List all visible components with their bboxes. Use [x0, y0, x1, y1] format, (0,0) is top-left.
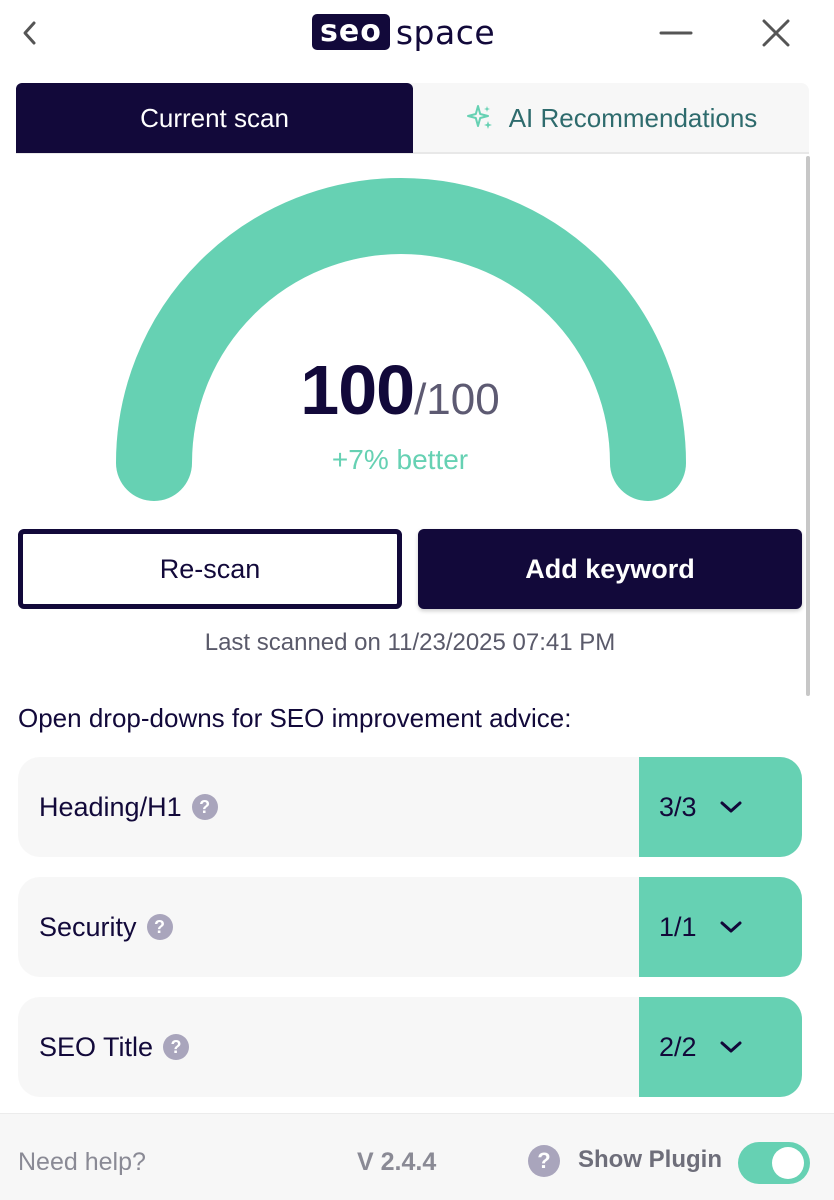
- close-button[interactable]: [756, 16, 796, 50]
- close-icon: [762, 19, 790, 47]
- question-mark-icon[interactable]: ?: [191, 794, 218, 820]
- logo-mark: seo: [312, 14, 390, 50]
- minimize-button[interactable]: [656, 16, 696, 50]
- check-row-security[interactable]: Security ? 1/1: [18, 877, 802, 977]
- check-name: Security: [39, 911, 137, 942]
- score-value: 100: [300, 351, 415, 429]
- rescan-button-label: Re-scan: [159, 553, 261, 584]
- chevron-left-icon: [23, 21, 36, 45]
- tab-ai-recommendations[interactable]: AI Recommendations: [413, 83, 809, 153]
- chevron-down-icon: [719, 919, 743, 935]
- window-header: seo space: [0, 0, 834, 70]
- minimize-icon: [659, 31, 693, 35]
- score-max: /100: [414, 375, 500, 424]
- back-button[interactable]: [14, 16, 46, 50]
- rescan-button[interactable]: Re-scan: [18, 529, 402, 609]
- show-plugin-label: Show Plugin: [578, 1146, 722, 1173]
- score-display: 100 /100: [0, 350, 800, 430]
- tab-current-scan-label: Current scan: [140, 102, 289, 133]
- check-name: Heading/H1: [39, 791, 182, 822]
- check-label: SEO Title ?: [39, 997, 190, 1097]
- check-score[interactable]: 3/3: [639, 757, 802, 857]
- content-scrollbar[interactable]: [806, 156, 810, 696]
- check-score-value: 1/1: [659, 911, 697, 942]
- toggle-knob: [772, 1147, 804, 1179]
- check-label: Security ?: [39, 877, 173, 977]
- check-name: SEO Title: [39, 1031, 154, 1062]
- question-mark-icon[interactable]: ?: [163, 1034, 190, 1060]
- chevron-down-icon: [719, 799, 743, 815]
- add-keyword-button[interactable]: Add keyword: [418, 529, 802, 609]
- chevron-down-icon: [719, 1039, 743, 1055]
- question-mark-icon[interactable]: ?: [528, 1145, 560, 1177]
- check-row-seo-title[interactable]: SEO Title ? 2/2: [18, 997, 802, 1097]
- advice-heading: Open drop-downs for SEO improvement advi…: [18, 703, 572, 733]
- tab-bar: Current scan AI Recommendations: [16, 83, 809, 154]
- check-label: Heading/H1 ?: [39, 757, 218, 857]
- need-help-link[interactable]: Need help?: [18, 1148, 146, 1177]
- tab-current-scan[interactable]: Current scan: [16, 83, 413, 153]
- check-score[interactable]: 2/2: [639, 997, 802, 1097]
- sparkle-icon: [465, 103, 495, 133]
- tab-ai-recommendations-label: AI Recommendations: [508, 102, 758, 133]
- footer-bar: Need help? V 2.4.4 ? Show Plugin: [0, 1113, 834, 1200]
- check-score[interactable]: 1/1: [639, 877, 802, 977]
- question-mark-icon[interactable]: ?: [146, 914, 173, 940]
- add-keyword-button-label: Add keyword: [525, 553, 695, 584]
- logo-wordmark: space: [395, 12, 496, 52]
- last-scanned-text: Last scanned on 11/23/2025 07:41 PM: [204, 629, 616, 656]
- check-row-heading-h1[interactable]: Heading/H1 ? 3/3: [18, 757, 802, 857]
- check-score-value: 2/2: [659, 1031, 697, 1062]
- check-score-value: 3/3: [659, 791, 697, 822]
- score-change: +7% better: [331, 444, 469, 475]
- version-label: V 2.4.4: [357, 1148, 437, 1176]
- show-plugin-toggle[interactable]: [738, 1142, 810, 1184]
- seospace-logo: seo space: [312, 12, 496, 52]
